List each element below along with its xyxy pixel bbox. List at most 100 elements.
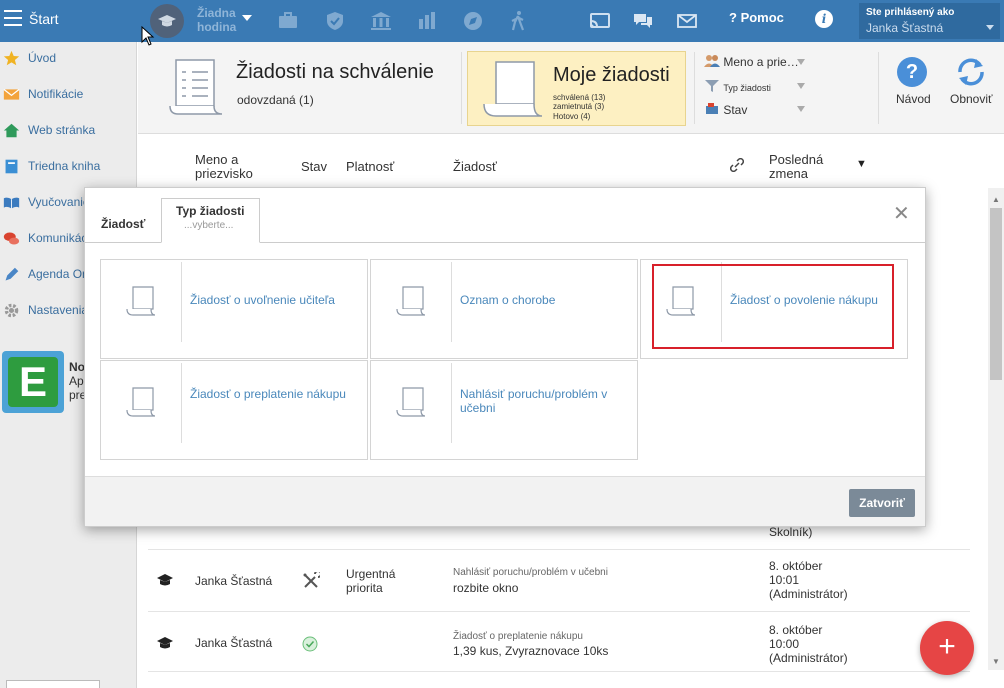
bar-chart-icon[interactable] [415, 9, 439, 33]
edupage-logo: E [8, 357, 58, 407]
card-divider [451, 262, 452, 342]
star-icon [3, 50, 20, 66]
info-icon[interactable]: i [815, 10, 833, 28]
briefcase-icon[interactable] [276, 9, 300, 33]
filter-type-label: Typ žiadosti [723, 83, 771, 93]
filter-status[interactable]: Stav [704, 102, 747, 117]
col-header-last-change[interactable]: Posledná zmena [769, 153, 839, 181]
logged-in-label: Ste prihlásený ako [866, 7, 955, 18]
chat-icon [3, 232, 20, 245]
scroll-document-icon [396, 286, 426, 316]
bank-icon[interactable] [369, 9, 393, 33]
col-header-name[interactable]: Meno a priezvisko [195, 153, 275, 181]
col-header-validity[interactable]: Platnosť [346, 160, 394, 174]
tools-icon [303, 572, 320, 588]
sidebar-item-label: Vyučovanie [28, 195, 90, 209]
tab-request-type-placeholder: ...vyberte... [184, 220, 234, 231]
request-type-card-purchase-refund[interactable]: Žiadosť o preplatenie nákupu [100, 360, 368, 460]
chat-bubbles-icon[interactable] [631, 9, 655, 33]
approval-title[interactable]: Žiadosti na schválenie [236, 61, 434, 84]
row-validity: Urgentná priorita [346, 567, 396, 595]
sidebar-item-label: Triedna kniha [28, 159, 101, 173]
chevron-down-icon[interactable] [797, 83, 805, 89]
row-date: 8. október [769, 623, 823, 637]
check-circle-icon [302, 636, 318, 652]
refresh-icon[interactable] [954, 56, 988, 88]
row-by: (Administrátor) [769, 587, 848, 601]
hiking-icon[interactable] [506, 9, 530, 33]
user-name: Janka Šťastná [866, 21, 944, 35]
my-requests-title[interactable]: Moje žiadosti [553, 64, 670, 87]
lesson-selector[interactable]: Žiadna hodina [197, 6, 236, 34]
card-divider [181, 363, 182, 443]
gear-icon [4, 303, 19, 318]
chevron-down-icon[interactable] [797, 106, 805, 112]
graduation-cap-icon [157, 574, 173, 586]
my-approved-count: schválená (13) [553, 93, 606, 102]
partial-admin-text: Školník) [769, 525, 813, 539]
link-icon [730, 158, 744, 172]
card-label: Oznam o chorobe [460, 293, 556, 307]
row-request-detail: rozbite okno [453, 581, 519, 595]
row-date: 8. október [769, 559, 823, 573]
close-icon[interactable]: ✕ [893, 201, 910, 226]
sidebar-item-label: Nastavenia [28, 303, 89, 317]
sidebar-item-web[interactable]: Web stránka [0, 118, 137, 144]
graduation-cap-icon[interactable] [150, 4, 184, 38]
request-type-card-illness[interactable]: Oznam o chorobe [370, 259, 638, 359]
refresh-button-label[interactable]: Obnoviť [950, 92, 993, 106]
highlight-box [652, 264, 894, 349]
sidebar-item-triedna-kniha[interactable]: Triedna kniha [0, 154, 137, 180]
menu-icon[interactable] [4, 10, 22, 26]
start-link[interactable]: Štart [29, 11, 59, 27]
open-book-icon [3, 197, 20, 209]
tab-request[interactable]: Žiadosť [101, 217, 145, 231]
envelope-icon [3, 88, 20, 100]
help-question-icon[interactable]: ? [897, 57, 927, 87]
chevron-down-icon[interactable] [242, 15, 252, 21]
my-done-count: Hotovo (4) [553, 112, 591, 121]
user-menu[interactable]: Ste prihlásený ako Janka Šťastná [859, 3, 1000, 39]
mail-icon[interactable] [675, 9, 699, 33]
my-rejected-count: zamietnutá (3) [553, 102, 605, 111]
filter-status-label: Stav [723, 103, 748, 117]
help-link[interactable]: ? Pomoc [729, 10, 784, 25]
approval-count[interactable]: odovzdaná (1) [237, 93, 314, 107]
sort-desc-icon[interactable]: ▼ [856, 158, 867, 170]
filter-name[interactable]: Meno a prie… [704, 54, 799, 69]
app-promo-logo[interactable]: E [2, 351, 64, 413]
sidebar-item-label: Web stránka [28, 123, 96, 137]
promo-title: No [69, 360, 85, 374]
col-header-request[interactable]: Žiadosť [453, 160, 497, 174]
add-request-button[interactable]: + [920, 621, 974, 675]
request-type-card-teacher-release[interactable]: Žiadosť o uvoľnenie učiteľa [100, 259, 368, 359]
filter-type[interactable]: Typ žiadosti [704, 79, 771, 94]
request-type-card-report-issue[interactable]: Nahlásiť poruchu/problém v učebni [370, 360, 638, 460]
lesson-line2: hodina [197, 20, 237, 34]
sidebar-item-label: Úvod [28, 51, 57, 65]
mailbox-icon [706, 103, 718, 114]
shield-icon[interactable] [323, 9, 347, 33]
scrollbar-thumb[interactable] [990, 208, 1002, 380]
scroll-down-icon[interactable]: ▼ [992, 657, 1000, 666]
sidebar-item-uvod[interactable]: Úvod [0, 46, 137, 72]
scroll-document-icon [126, 286, 156, 316]
card-divider [181, 262, 182, 342]
chevron-down-icon[interactable] [986, 25, 994, 30]
cast-screen-icon[interactable] [588, 9, 612, 33]
chevron-down-icon[interactable] [797, 59, 805, 65]
row-request-type: Nahlásiť poruchu/problém v učebni [453, 567, 608, 578]
divider [694, 52, 695, 124]
mouse-cursor-icon [141, 26, 155, 46]
sidebar-item-label: Notifikácie [28, 87, 84, 101]
close-button[interactable]: Zatvoriť [849, 489, 915, 517]
scroll-document-icon [169, 59, 223, 115]
col-header-status[interactable]: Stav [301, 160, 327, 174]
scroll-up-icon[interactable]: ▲ [992, 195, 1000, 204]
dialog-footer [85, 477, 925, 526]
card-label: Žiadosť o preplatenie nákupu [190, 387, 346, 401]
sidebar-item-notifikacie[interactable]: Notifikácie [0, 82, 137, 108]
compass-icon[interactable] [461, 9, 485, 33]
card-label: Nahlásiť poruchu/problém v učebni [460, 387, 608, 415]
help-button-label[interactable]: Návod [896, 92, 931, 106]
